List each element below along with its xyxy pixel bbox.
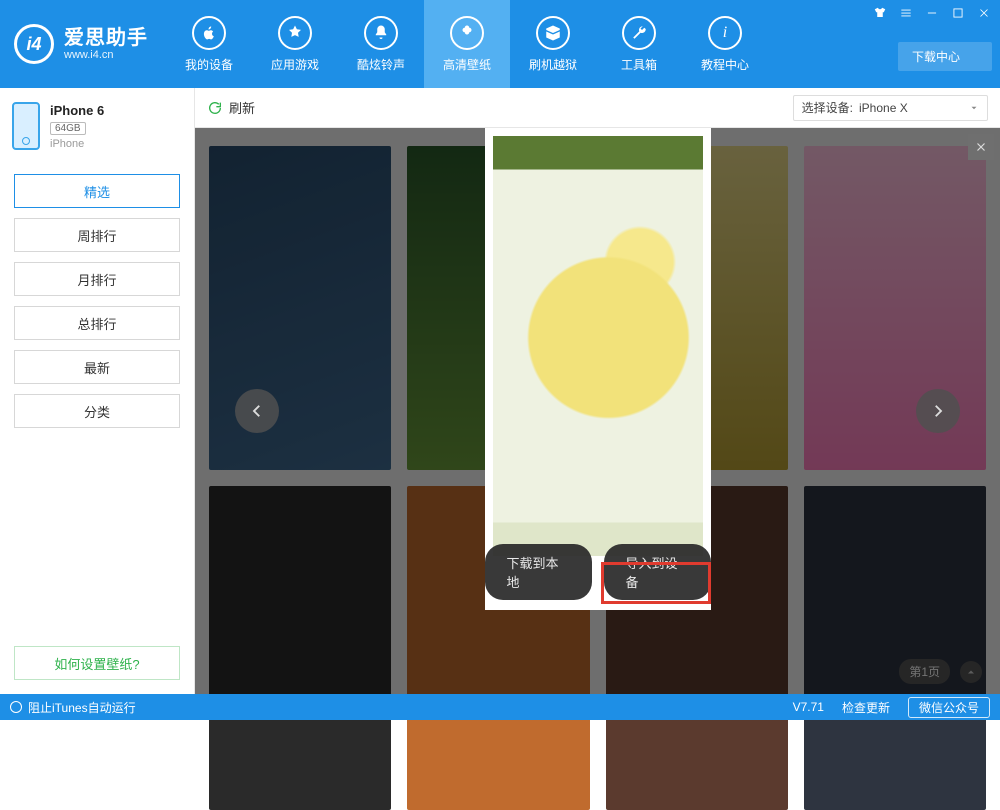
app-url: www.i4.cn	[64, 49, 148, 61]
import-device-button[interactable]: 导入到设备	[604, 544, 711, 600]
window-controls	[872, 6, 992, 20]
refresh-icon	[207, 100, 223, 116]
preview-actions: 下载到本地 导入到设备	[485, 544, 711, 600]
device-name: iPhone 6	[50, 103, 104, 118]
box-icon	[536, 16, 570, 50]
maximize-button[interactable]	[950, 6, 966, 20]
category-types[interactable]: 分类	[14, 394, 180, 428]
nav-toolbox[interactable]: 工具箱	[596, 0, 682, 88]
flower-icon	[450, 16, 484, 50]
info-icon: i	[708, 16, 742, 50]
category-monthly[interactable]: 月排行	[14, 262, 180, 296]
app-logo: i4 爱思助手 www.i4.cn	[0, 24, 166, 64]
device-info[interactable]: iPhone 6 64GB iPhone	[0, 88, 194, 164]
nav-label: 我的设备	[185, 56, 233, 73]
download-icon	[966, 51, 978, 63]
preview-card: 下载到本地 导入到设备	[485, 128, 711, 610]
button-label: 导入到设备	[626, 556, 678, 590]
top-bar: i4 爱思助手 www.i4.cn 我的设备 应用游戏 酷炫铃声 高清壁纸 刷机…	[0, 0, 1000, 88]
prev-button[interactable]	[235, 389, 279, 433]
nav-tutorials[interactable]: i 教程中心	[682, 0, 768, 88]
shirt-icon[interactable]	[872, 6, 888, 20]
category-label: 总排行	[77, 314, 116, 333]
nav-jailbreak[interactable]: 刷机越狱	[510, 0, 596, 88]
wrench-icon	[622, 16, 656, 50]
main-nav: 我的设备 应用游戏 酷炫铃声 高清壁纸 刷机越狱 工具箱 i 教程中心	[166, 0, 768, 88]
preview-image	[493, 136, 703, 556]
category-label: 精选	[84, 182, 110, 201]
category-list: 精选 周排行 月排行 总排行 最新 分类	[0, 170, 194, 432]
nav-label: 工具箱	[621, 56, 657, 73]
next-button[interactable]	[916, 389, 960, 433]
refresh-button[interactable]: 刷新	[207, 98, 255, 117]
category-label: 月排行	[77, 270, 116, 289]
nav-label: 教程中心	[701, 56, 749, 73]
preview-overlay: 下载到本地 导入到设备	[195, 128, 1000, 694]
nav-label: 刷机越狱	[529, 56, 577, 73]
chevron-right-icon	[929, 402, 947, 420]
download-center-button[interactable]: 下载中心	[898, 42, 992, 71]
button-label: 下载到本地	[507, 556, 559, 590]
category-featured[interactable]: 精选	[14, 174, 180, 208]
download-center-label: 下载中心	[912, 48, 960, 65]
nav-label: 应用游戏	[271, 56, 319, 73]
status-icon	[10, 701, 22, 713]
category-label: 周排行	[77, 226, 116, 245]
check-update-link[interactable]: 检查更新	[842, 699, 890, 716]
minimize-button[interactable]	[924, 6, 940, 20]
close-preview-button[interactable]	[968, 134, 994, 160]
nav-label: 酷炫铃声	[357, 56, 405, 73]
help-link[interactable]: 如何设置壁纸?	[14, 646, 180, 680]
category-label: 分类	[84, 402, 110, 421]
bell-icon	[364, 16, 398, 50]
appstore-icon	[278, 16, 312, 50]
apple-icon	[192, 16, 226, 50]
device-type: iPhone	[50, 138, 104, 150]
nav-ringtones[interactable]: 酷炫铃声	[338, 0, 424, 88]
menu-icon[interactable]	[898, 6, 914, 20]
logo-icon: i4	[14, 24, 54, 64]
device-select-label: 选择设备:	[802, 99, 853, 116]
category-label: 最新	[84, 358, 110, 377]
close-button[interactable]	[976, 6, 992, 20]
nav-my-device[interactable]: 我的设备	[166, 0, 252, 88]
refresh-label: 刷新	[229, 98, 255, 117]
chevron-down-icon	[969, 103, 979, 113]
wechat-link[interactable]: 微信公众号	[908, 697, 990, 718]
nav-apps[interactable]: 应用游戏	[252, 0, 338, 88]
help-label: 如何设置壁纸?	[54, 654, 139, 673]
device-select-value: iPhone X	[859, 101, 949, 115]
itunes-block-toggle[interactable]: 阻止iTunes自动运行	[28, 699, 136, 716]
chevron-left-icon	[248, 402, 266, 420]
device-select[interactable]: 选择设备: iPhone X	[793, 95, 988, 121]
download-local-button[interactable]: 下载到本地	[485, 544, 592, 600]
category-weekly[interactable]: 周排行	[14, 218, 180, 252]
nav-wallpapers[interactable]: 高清壁纸	[424, 0, 510, 88]
version-label: V7.71	[793, 700, 824, 714]
app-name: 爱思助手	[64, 27, 148, 49]
sidebar: iPhone 6 64GB iPhone 精选 周排行 月排行 总排行 最新 分…	[0, 88, 195, 694]
phone-icon	[12, 102, 40, 150]
nav-label: 高清壁纸	[443, 56, 491, 73]
category-newest[interactable]: 最新	[14, 350, 180, 384]
status-bar: 阻止iTunes自动运行 V7.71 检查更新 微信公众号	[0, 694, 1000, 720]
toolbar: 刷新 选择设备: iPhone X	[195, 88, 1000, 128]
close-icon	[974, 140, 988, 154]
category-all[interactable]: 总排行	[14, 306, 180, 340]
device-storage: 64GB	[50, 122, 86, 135]
